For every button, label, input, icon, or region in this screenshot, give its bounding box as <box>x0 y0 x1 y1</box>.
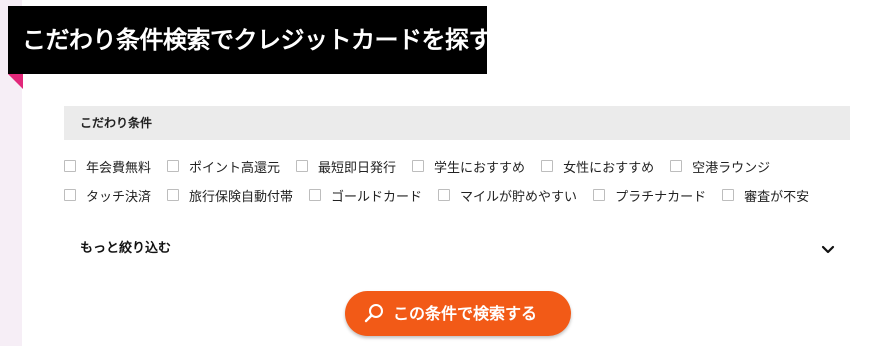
filter-option-label: 年会費無料 <box>86 160 152 176</box>
filter-option-label: タッチ決済 <box>86 189 152 205</box>
more-filters-toggle[interactable]: もっと絞り込む <box>64 228 850 270</box>
filter-option-contactless[interactable]: タッチ決済 <box>64 186 151 205</box>
filter-option-women[interactable]: 女性におすすめ <box>541 157 654 176</box>
filter-option-label: ポイント高還元 <box>189 160 281 176</box>
filter-option-label: 最短即日発行 <box>318 160 397 176</box>
filter-option-same-day-issue[interactable]: 最短即日発行 <box>296 157 396 176</box>
filter-option-miles[interactable]: マイルが貯めやすい <box>438 186 577 205</box>
heading-corner-accent <box>8 74 23 89</box>
filter-option-annual-fee-free[interactable]: 年会費無料 <box>64 157 151 176</box>
checkbox[interactable] <box>541 160 554 172</box>
filter-options-row-1: 年会費無料 ポイント高還元 最短即日発行 学生におすすめ 女性におすすめ 空港ラ… <box>64 156 770 176</box>
filter-option-screening-worry[interactable]: 審査が不安 <box>722 186 809 205</box>
filter-option-label: 審査が不安 <box>744 189 810 205</box>
filter-option-label: ゴールドカード <box>331 189 423 205</box>
filter-option-students[interactable]: 学生におすすめ <box>412 157 525 176</box>
filter-option-label: マイルが貯めやすい <box>460 189 578 205</box>
filter-option-label: 旅行保険自動付帯 <box>189 189 294 205</box>
filter-header: こだわり条件 <box>64 106 850 140</box>
checkbox[interactable] <box>593 189 606 201</box>
filter-option-label: 学生におすすめ <box>434 160 526 176</box>
checkbox[interactable] <box>722 189 735 201</box>
filter-options-row-2: タッチ決済 旅行保険自動付帯 ゴールドカード マイルが貯めやすい プラチナカード… <box>64 185 809 205</box>
filter-option-high-points[interactable]: ポイント高還元 <box>167 157 280 176</box>
section-heading: こだわり条件検索でクレジットカードを探す <box>8 6 493 74</box>
filter-option-travel-insurance[interactable]: 旅行保険自動付帯 <box>167 186 293 205</box>
page-title: こだわり条件検索でクレジットカードを探す <box>22 26 493 54</box>
checkbox[interactable] <box>64 160 76 172</box>
checkbox[interactable] <box>412 160 425 172</box>
filter-option-airport-lounge[interactable]: 空港ラウンジ <box>670 157 770 176</box>
checkbox[interactable] <box>309 189 322 201</box>
checkbox[interactable] <box>167 160 180 172</box>
filter-header-label: こだわり条件 <box>80 116 153 130</box>
search-button-label: この条件で検索する <box>393 304 538 323</box>
checkbox[interactable] <box>167 189 180 201</box>
filter-option-gold-card[interactable]: ゴールドカード <box>309 186 422 205</box>
filter-option-label: 女性におすすめ <box>563 160 655 176</box>
checkbox[interactable] <box>64 189 76 201</box>
checkbox[interactable] <box>438 189 451 201</box>
filter-option-label: 空港ラウンジ <box>692 160 771 176</box>
checkbox[interactable] <box>296 160 309 172</box>
filter-option-platinum-card[interactable]: プラチナカード <box>593 186 706 205</box>
checkbox[interactable] <box>670 160 683 172</box>
filter-option-label: プラチナカード <box>615 189 707 205</box>
search-icon <box>364 304 383 323</box>
more-filters-label: もっと絞り込む <box>80 241 172 256</box>
chevron-down-icon <box>821 245 835 254</box>
search-button[interactable]: この条件で検索する <box>345 291 571 336</box>
